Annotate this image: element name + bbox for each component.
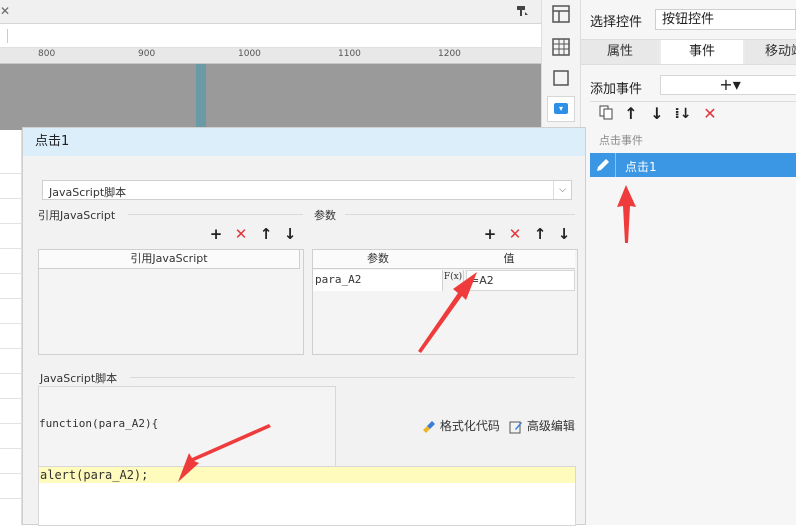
script-type-value: JavaScript脚本 [49, 186, 127, 199]
add-event-label: 添加事件 [590, 82, 643, 97]
ruler-tick: 1200 [438, 49, 461, 59]
params-column-name: 参数 [313, 250, 444, 269]
ruler-tick: 800 [38, 49, 56, 59]
ref-js-table[interactable]: 引用JavaScript [38, 249, 304, 355]
ruler-tick: 900 [138, 49, 156, 59]
broom-icon [422, 420, 436, 434]
code-editor[interactable]: alert(para_A2); [38, 466, 576, 526]
param-value-text: =A2 [470, 274, 494, 287]
delete-param-icon[interactable]: ✕ [507, 226, 523, 242]
move-down-icon[interactable]: ↓ [282, 226, 298, 242]
event-list-item[interactable]: 点击1 [590, 153, 796, 177]
horizontal-ruler: 800 900 1000 1100 1200 [0, 48, 541, 64]
param-row[interactable]: para_A2 F(x) =A2 [313, 270, 575, 291]
move-param-up-icon[interactable]: ↑ [532, 226, 548, 242]
event-dialog: 点击1 JavaScript脚本 ⌵ 引用JavaScript + ✕ ↑ ↓ … [22, 127, 586, 526]
formula-fx-icon[interactable]: F(x) [443, 270, 464, 291]
tab-mobile[interactable]: 移动端 [745, 40, 796, 64]
layout-icon[interactable] [551, 4, 571, 24]
ruler-tick: 1000 [238, 49, 261, 59]
editor-toolbar: ✕ [0, 0, 541, 24]
advanced-edit-button[interactable]: 高级编辑 [509, 417, 575, 435]
params-table[interactable]: 参数 值 para_A2 F(x) =A2 [312, 249, 578, 355]
param-value-cell[interactable]: =A2 [466, 270, 575, 291]
properties-panel: 选择控件 按钮控件 属性 事件 移动端 添加事件 +▾ ↑ ↓ ⁞↓ ✕ 点击事… [581, 0, 796, 525]
select-control-field[interactable]: 按钮控件 [655, 9, 796, 30]
format-code-button[interactable]: 格式化代码 [422, 417, 500, 435]
delete-icon[interactable]: ✕ [700, 104, 720, 124]
code-line[interactable]: alert(para_A2); [39, 467, 575, 483]
add-param-icon[interactable]: + [482, 226, 498, 242]
edit-doc-icon [509, 420, 523, 434]
move-bottom-icon[interactable]: ⁞↓ [673, 104, 693, 124]
paint-format-icon[interactable] [515, 4, 529, 18]
ref-js-column-header: 引用JavaScript [39, 250, 300, 269]
script-type-select[interactable]: JavaScript脚本 ⌵ [42, 180, 572, 200]
move-param-down-icon[interactable]: ↓ [556, 226, 572, 242]
function-signature-box: function(para_A2){ [38, 386, 336, 468]
tab-events[interactable]: 事件 [661, 40, 743, 64]
sheet-row-headers [0, 130, 22, 525]
script-group-label: JavaScript脚本 [40, 372, 118, 385]
widget-icon[interactable]: ▾ [547, 96, 575, 122]
add-icon[interactable]: + [208, 226, 224, 242]
select-control-label: 选择控件 [590, 15, 643, 30]
move-up-icon[interactable]: ↑ [258, 226, 274, 242]
add-event-plus-icon: +▾ [719, 75, 741, 94]
move-down-icon[interactable]: ↓ [647, 104, 667, 124]
ref-js-group-label: 引用JavaScript [38, 209, 116, 222]
delete-icon[interactable]: ✕ [233, 226, 249, 242]
params-column-value: 值 [443, 250, 575, 269]
editor-subbar [0, 24, 541, 48]
design-canvas[interactable] [0, 64, 541, 130]
function-signature: function(para_A2){ [39, 417, 159, 430]
ruler-tick: 1100 [338, 49, 361, 59]
table-icon[interactable] [551, 37, 571, 57]
params-group-label: 参数 [314, 209, 336, 222]
add-event-button[interactable]: +▾ [660, 75, 796, 95]
dialog-title: 点击1 [23, 128, 585, 156]
param-name-cell[interactable]: para_A2 [313, 270, 443, 291]
section-label: 点击事件 [599, 134, 643, 147]
chevron-down-icon[interactable]: ⌵ [553, 181, 571, 199]
frame-icon[interactable] [551, 68, 571, 88]
edit-icon[interactable] [594, 156, 612, 174]
copy-icon[interactable] [596, 104, 616, 124]
close-icon[interactable]: ✕ [0, 4, 10, 18]
event-item-label: 点击1 [625, 160, 657, 174]
select-control-value: 按钮控件 [662, 12, 715, 27]
move-up-icon[interactable]: ↑ [621, 104, 641, 124]
tab-properties[interactable]: 属性 [581, 40, 659, 64]
canvas-guide-bar [196, 64, 206, 130]
